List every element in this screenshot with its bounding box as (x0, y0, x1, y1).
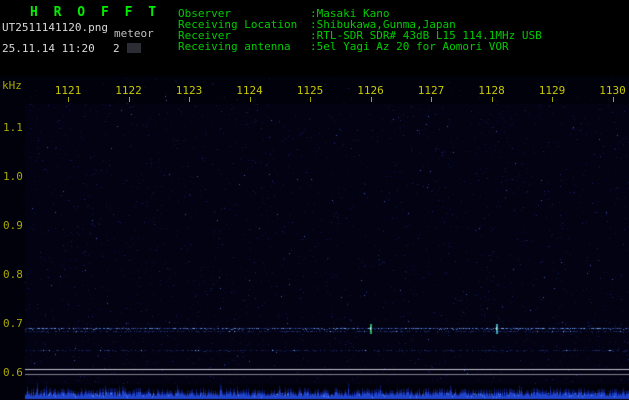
y-axis-label: 1.0 (3, 170, 23, 183)
y-axis-label: 1.1 (3, 121, 23, 134)
y-axis-label: 0.8 (3, 268, 23, 281)
x-axis-tick (249, 97, 251, 102)
mode-label: meteor (114, 27, 154, 40)
x-axis-label: 1128 (478, 84, 505, 97)
field-value-antenna: :5el Yagi Az 20 for Aomori VOR (310, 40, 509, 53)
x-axis-label: 1129 (538, 84, 566, 97)
spectrogram-canvas (0, 0, 629, 400)
counter-label: 2 (113, 42, 120, 55)
datetime-label: 25.11.14 11:20 (2, 42, 95, 55)
x-axis-tick (189, 97, 190, 102)
y-axis-label: 0.6 (3, 366, 23, 379)
x-axis-tick (552, 97, 553, 102)
x-axis-tick (612, 97, 614, 102)
x-axis-label: 1123 (175, 84, 203, 97)
cursor-block (127, 43, 141, 53)
x-axis-label: 1125 (296, 84, 324, 97)
x-axis-tick (128, 97, 130, 102)
x-axis-label: 1127 (417, 84, 445, 97)
y-axis-label: 0.7 (3, 317, 23, 330)
output-filename: UT2511141120.png (2, 21, 108, 34)
x-axis-label: 1126 (357, 84, 384, 97)
app-title: H R O F F T (30, 5, 161, 20)
x-axis-label: 1122 (115, 84, 142, 97)
x-axis-tick (370, 97, 372, 102)
field-label-antenna: Receiving antenna (178, 40, 291, 53)
y-axis-label: 0.9 (3, 219, 23, 232)
y-axis-unit: kHz (2, 79, 22, 92)
x-axis-tick (68, 97, 69, 102)
x-axis-tick (491, 97, 493, 102)
hrofft-screen: H R O F F T UT2511141120.png meteor 25.1… (0, 0, 629, 400)
x-axis-tick (431, 97, 432, 102)
x-axis-tick (310, 97, 311, 102)
x-axis-label: 1124 (236, 84, 263, 97)
x-axis-label: 1130 (599, 84, 626, 97)
x-axis-label: 1121 (54, 84, 82, 97)
